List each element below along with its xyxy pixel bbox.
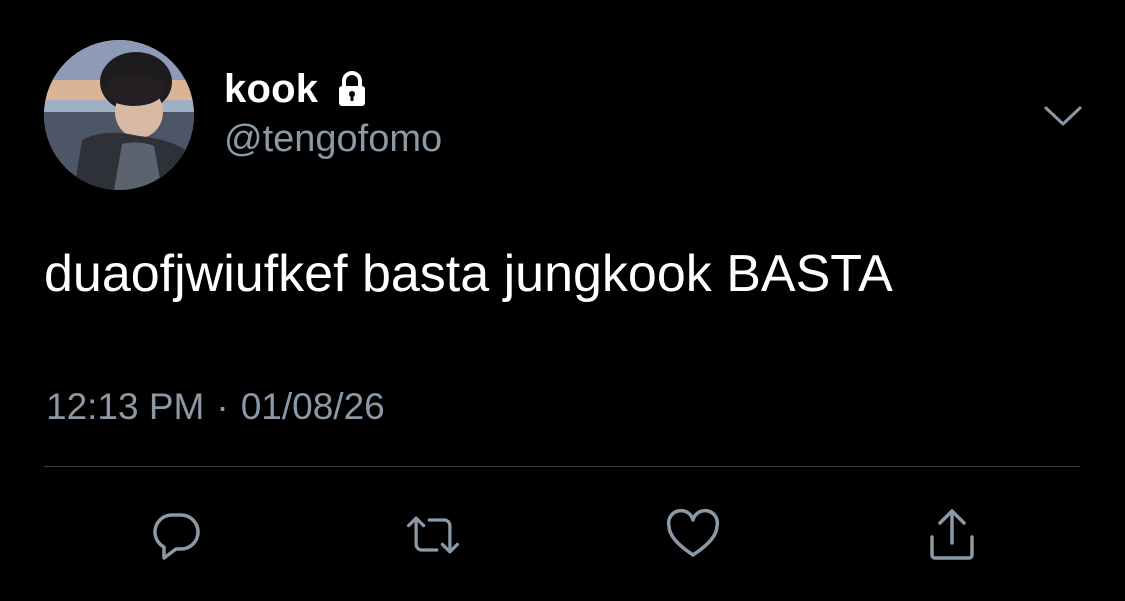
retweet-button[interactable]	[403, 505, 463, 565]
reply-button[interactable]	[146, 505, 206, 565]
chevron-down-icon[interactable]	[1040, 96, 1086, 136]
share-icon	[930, 509, 974, 560]
like-button[interactable]	[663, 505, 723, 565]
lock-icon	[332, 69, 372, 109]
avatar[interactable]	[44, 40, 194, 190]
heart-icon	[666, 508, 720, 557]
user-handle[interactable]: @tengofomo	[224, 118, 442, 161]
display-name[interactable]: kook	[224, 67, 318, 112]
share-button[interactable]	[922, 505, 982, 565]
tweet-text: duaofjwiufkef basta jungkook BASTA	[44, 245, 893, 303]
tweet-time: 12:13 PM	[46, 386, 205, 427]
tweet-date: 01/08/26	[240, 386, 385, 427]
reply-icon	[153, 513, 200, 560]
divider	[44, 466, 1080, 467]
tweet-card: kook @tengofomo duaofjwiufkef basta jung…	[0, 0, 1125, 601]
retweet-icon	[406, 516, 460, 554]
meta-separator: ·	[216, 386, 229, 427]
tweet-meta: 12:13 PM · 01/08/26	[46, 386, 385, 428]
avatar-photo	[44, 40, 194, 190]
name-row: kook	[224, 64, 372, 114]
